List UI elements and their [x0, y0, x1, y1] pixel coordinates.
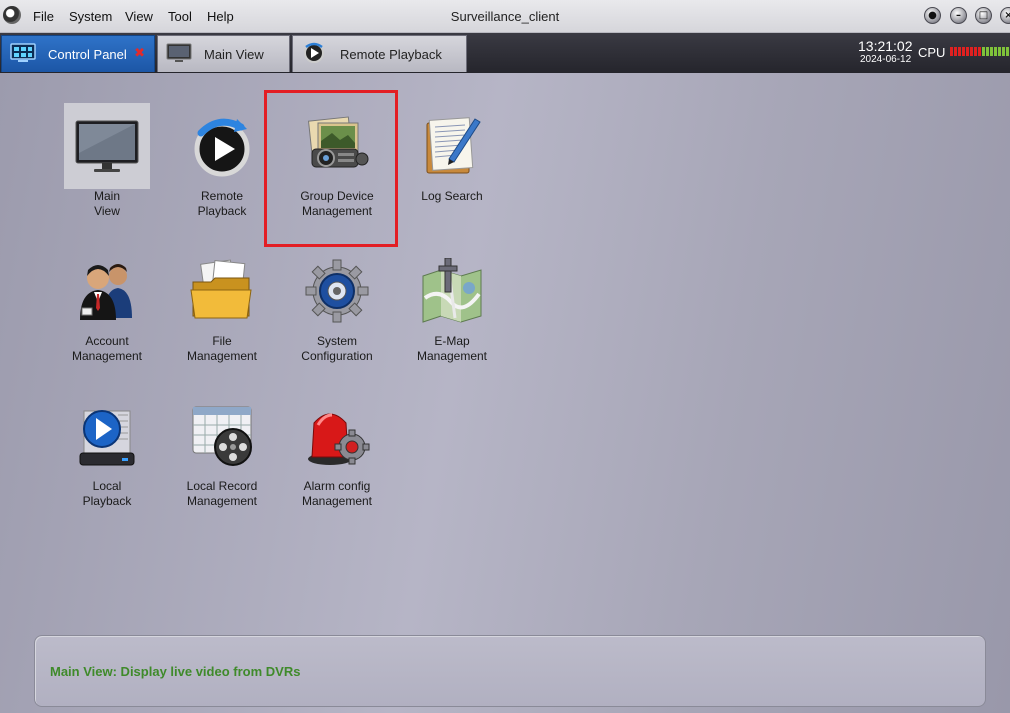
gear-icon [305, 259, 369, 323]
close-icon: × [1004, 9, 1010, 21]
tab-control-panel[interactable]: Control Panel ✖ [1, 35, 155, 72]
tile-alarm-config-management[interactable]: Alarm config Management [275, 393, 385, 528]
cpu-meter-segment [958, 47, 961, 56]
highlight-selection [264, 90, 398, 247]
folder-icon [190, 259, 252, 319]
tile-file-management-label: File Management [186, 334, 258, 363]
tab-remote-playback-label: Remote Playback [340, 47, 442, 62]
map-icon [422, 258, 482, 323]
tile-remote-playback[interactable]: Remote Playback [160, 103, 270, 238]
clock-date: 2024-06-12 [860, 54, 912, 65]
tile-local-playback[interactable]: Local Playback [45, 393, 155, 528]
tile-main-view[interactable]: Main View [45, 103, 155, 238]
lock-button[interactable]: ● [924, 7, 941, 24]
lock-icon: ● [928, 9, 937, 21]
users-icon [80, 264, 132, 320]
cpu-meter-segment [950, 47, 953, 56]
description-panel: Main View: Display live video from DVRs [34, 635, 986, 707]
clock-time: 13:21:02 [858, 38, 913, 54]
tab-main-view[interactable]: Main View [157, 35, 290, 72]
tile-e-map-management-label: E-Map Management [416, 334, 488, 363]
tile-system-configuration-label: System Configuration [301, 334, 373, 363]
tile-e-map-management[interactable]: E-Map Management [390, 248, 500, 383]
tile-system-configuration[interactable]: System Configuration [275, 248, 385, 383]
maximize-button[interactable]: □ [975, 7, 992, 24]
tile-log-search[interactable]: Log Search [390, 103, 500, 238]
maximize-icon: □ [978, 9, 989, 21]
playback-icon [304, 42, 324, 63]
tile-account-management-label: Account Management [71, 334, 143, 363]
tile-account-management[interactable]: Account Management [45, 248, 155, 383]
minimize-button[interactable]: – [950, 7, 967, 24]
tile-local-playback-label: Local Playback [82, 479, 132, 508]
cpu-meter-segment [998, 47, 1001, 56]
cpu-meter-segment [994, 47, 997, 56]
cpu-meter-segment [954, 47, 957, 56]
monitor-icon [166, 43, 192, 62]
menu-file[interactable]: File [33, 9, 54, 24]
notepad-icon [426, 117, 481, 174]
monitor-icon [75, 120, 139, 172]
local-playback-icon [79, 410, 135, 466]
tile-alarm-config-management-label: Alarm config Management [301, 479, 373, 508]
cpu-meter-segment [990, 47, 993, 56]
alarm-siren-icon [308, 413, 370, 465]
remote-playback-icon [194, 118, 250, 177]
tile-file-management[interactable]: File Management [160, 248, 270, 383]
cpu-meter-segment [974, 47, 977, 56]
menu-view[interactable]: View [125, 9, 153, 24]
app-logo-icon [3, 6, 21, 24]
cpu-meter-segment [982, 47, 985, 56]
cpu-meter-segment [986, 47, 989, 56]
cpu-meter-segment [962, 47, 965, 56]
tab-main-view-label: Main View [204, 47, 264, 62]
cpu-label: CPU [918, 45, 946, 60]
minimize-icon: – [956, 9, 961, 21]
tab-remote-playback[interactable]: Remote Playback [292, 35, 467, 72]
tab-bar: Control Panel ✖ Main View Remote Playbac… [0, 33, 1010, 73]
tile-local-record-management[interactable]: Local Record Management [160, 393, 270, 528]
control-panel-icon [10, 43, 36, 62]
cpu-meter-segment [1006, 47, 1009, 56]
status-message: Main View: Display live video from DVRs [50, 664, 301, 679]
cpu-meter-segment [966, 47, 969, 56]
cpu-meter-segment [1002, 47, 1005, 56]
menu-help[interactable]: Help [207, 9, 234, 24]
menu-tool[interactable]: Tool [168, 9, 192, 24]
menu-system[interactable]: System [69, 9, 112, 24]
tab-control-panel-label: Control Panel [48, 47, 127, 62]
tile-main-view-label: Main View [93, 189, 120, 218]
menu-bar: File System View Tool Help Surveillance_… [0, 0, 1010, 33]
film-reel-icon [192, 406, 252, 466]
tile-local-record-management-label: Local Record Management [186, 479, 258, 508]
tile-log-search-label: Log Search [421, 189, 483, 203]
cpu-meter-segment [978, 47, 981, 56]
tab-close-icon[interactable]: ✖ [134, 46, 145, 61]
cpu-meter-segment [970, 47, 973, 56]
cpu-meter [950, 47, 1010, 56]
close-button[interactable]: × [1000, 7, 1010, 24]
